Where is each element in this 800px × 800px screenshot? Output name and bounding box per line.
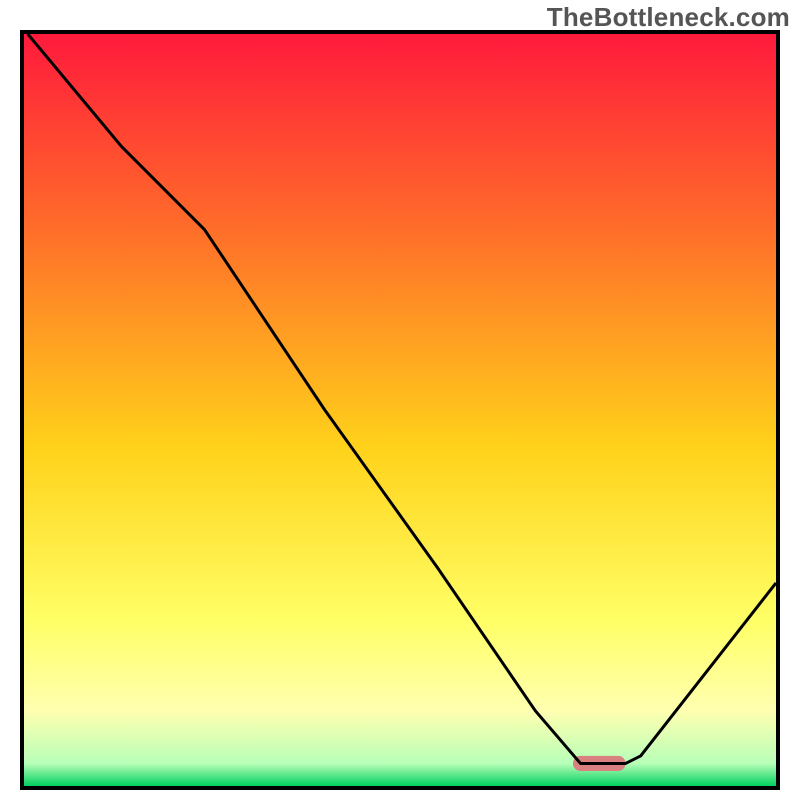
chart-area bbox=[20, 30, 780, 790]
watermark-label: TheBottleneck.com bbox=[547, 2, 790, 33]
gradient-background bbox=[24, 34, 776, 786]
bottleneck-chart bbox=[24, 34, 776, 786]
